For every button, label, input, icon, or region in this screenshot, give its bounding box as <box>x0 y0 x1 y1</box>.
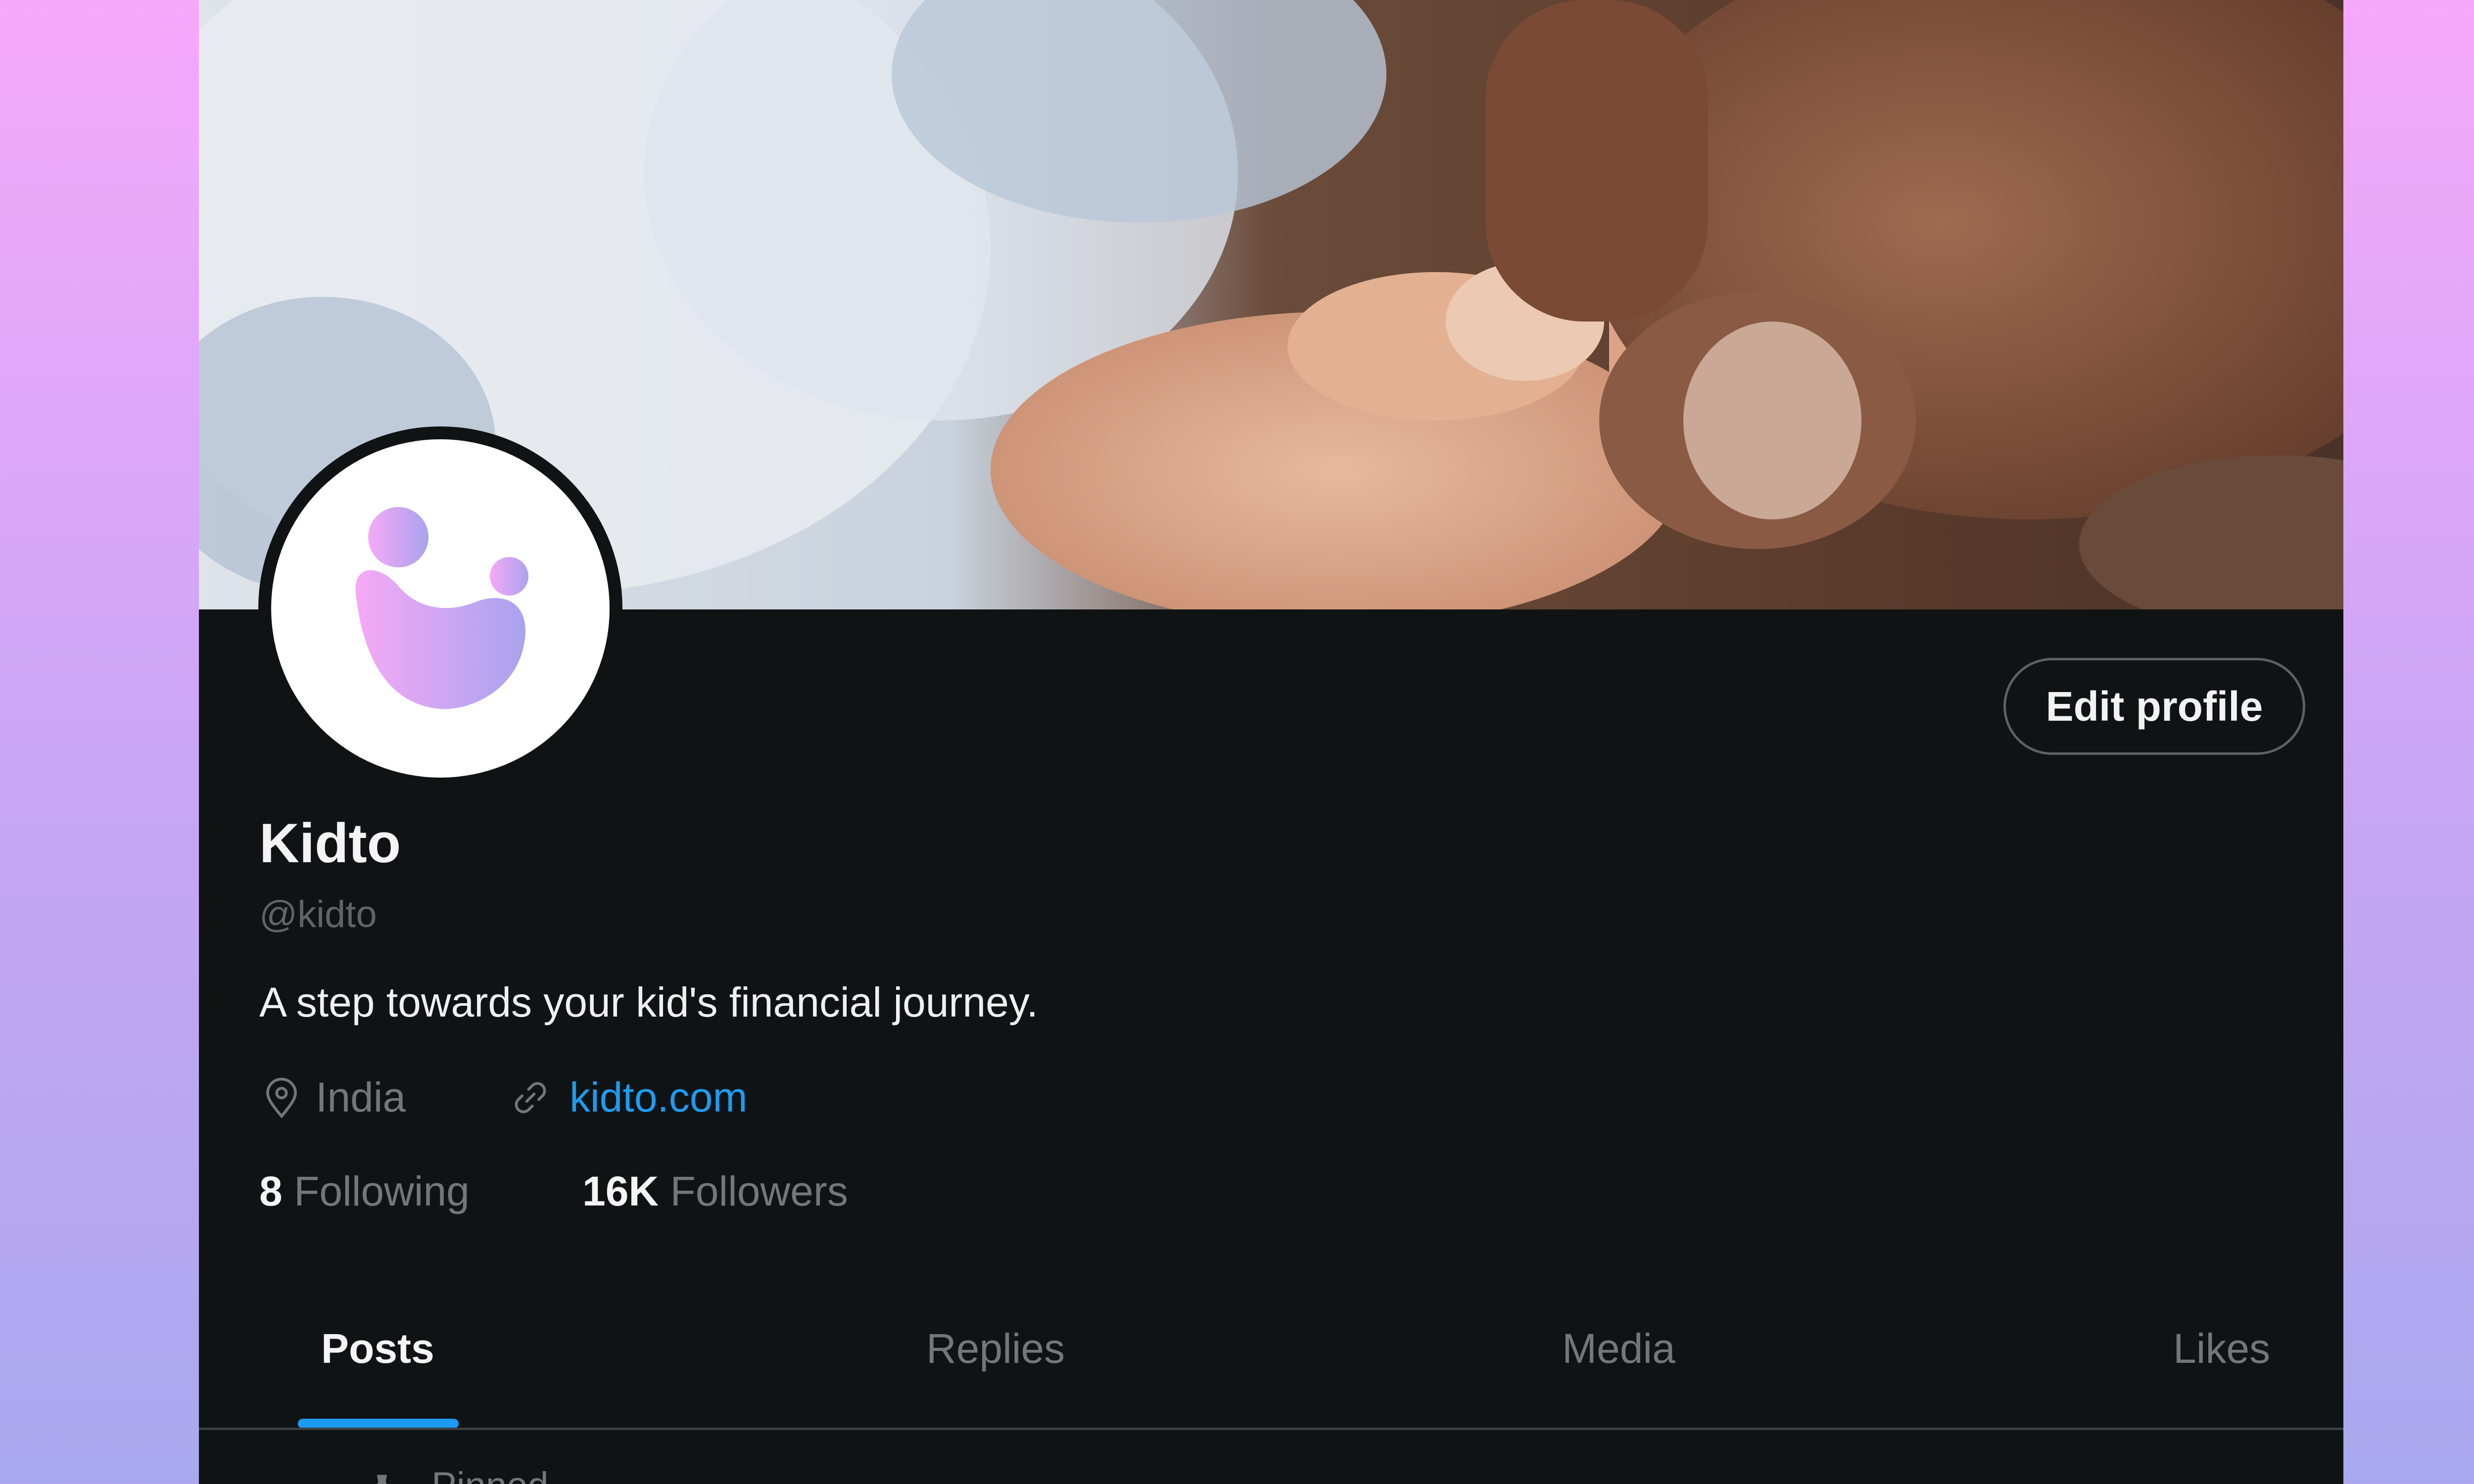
tab-replies[interactable]: Replies <box>926 1325 1065 1373</box>
tab-posts[interactable]: Posts <box>321 1325 434 1373</box>
profile-location: India <box>259 1073 406 1121</box>
following-count: 8 <box>259 1168 283 1214</box>
followers-stat[interactable]: 16K Followers <box>582 1167 848 1215</box>
tab-likes[interactable]: Likes <box>2173 1325 2270 1373</box>
profile-handle: @kidto <box>259 893 377 935</box>
pinned-text: Pinned <box>431 1464 549 1484</box>
website-link-text[interactable]: kidto.com <box>570 1073 747 1121</box>
tab-media[interactable]: Media <box>1562 1325 1675 1373</box>
kidto-logo-icon <box>355 507 528 709</box>
tabs-divider <box>199 1428 2343 1430</box>
link-icon <box>515 1082 546 1113</box>
active-tab-indicator <box>298 1419 459 1429</box>
followers-count: 16K <box>582 1168 659 1214</box>
profile-name: Kidto <box>259 812 401 874</box>
pinned-label: Pinned <box>367 1464 549 1484</box>
avatar[interactable] <box>271 439 610 778</box>
pin-icon <box>377 1475 387 1484</box>
followers-label: Followers <box>670 1168 848 1214</box>
profile-panel: Edit profile Kidto @kidto A step towards… <box>199 0 2343 1484</box>
location-pin-icon <box>266 1077 297 1118</box>
profile-bio: A step towards your kid's financial jour… <box>259 979 1038 1025</box>
location-text: India <box>316 1074 406 1120</box>
following-label: Following <box>294 1168 470 1214</box>
edit-profile-button[interactable]: Edit profile <box>2003 658 2305 755</box>
following-stat[interactable]: 8 Following <box>259 1167 470 1215</box>
profile-website[interactable]: kidto.com <box>508 1073 747 1121</box>
